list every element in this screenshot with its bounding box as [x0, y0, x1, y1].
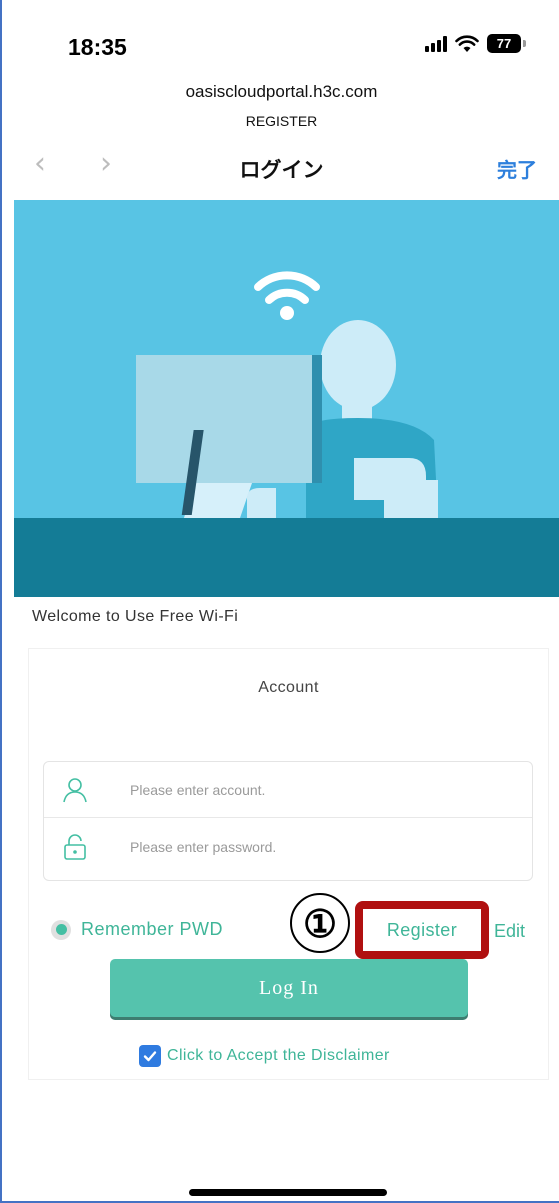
disclaimer-label: Click to Accept the Disclaimer: [167, 1047, 390, 1064]
account-input[interactable]: [130, 781, 490, 798]
tab-account[interactable]: Account: [29, 679, 548, 697]
checkbox-icon[interactable]: [139, 1045, 161, 1067]
login-card: Account Please enter account. Remember P…: [28, 648, 549, 1080]
status-time: 18:35: [68, 34, 127, 60]
banner-illustration: [14, 200, 559, 597]
register-link[interactable]: Register: [387, 920, 457, 941]
phone-frame: 18:35 77 oasiscloudportal.h3c.com REGIST…: [0, 0, 559, 1203]
done-button[interactable]: 完了: [497, 154, 537, 183]
remember-toggle[interactable]: Remember PWD: [51, 919, 223, 940]
battery-icon: 77: [487, 34, 526, 53]
page-title: ログイン: [239, 159, 324, 182]
radio-icon[interactable]: [51, 919, 71, 940]
wifi-status-icon: [455, 34, 479, 52]
disclaimer-row[interactable]: Click to Accept the Disclaimer: [139, 1045, 390, 1067]
callout-number: ①: [290, 893, 350, 953]
password-input[interactable]: [130, 839, 490, 855]
url-label: oasiscloudportal.h3c.com: [185, 82, 378, 101]
signal-icon: [425, 35, 447, 52]
login-button[interactable]: Log In: [110, 959, 468, 1017]
register-highlight: Register: [355, 901, 489, 959]
user-icon: [60, 775, 90, 805]
welcome-text: Welcome to Use Free Wi-Fi: [32, 608, 239, 625]
password-row: [44, 819, 532, 875]
lock-icon: [60, 832, 90, 862]
credential-fields: [43, 761, 533, 881]
status-icons: 77: [425, 34, 526, 53]
account-row: [44, 762, 532, 818]
person-at-computer-illustration: [14, 200, 559, 597]
edit-link[interactable]: Edit: [494, 921, 525, 942]
home-indicator[interactable]: [189, 1189, 387, 1196]
remember-label: Remember PWD: [81, 919, 224, 939]
page-label: REGISTER: [245, 113, 318, 129]
